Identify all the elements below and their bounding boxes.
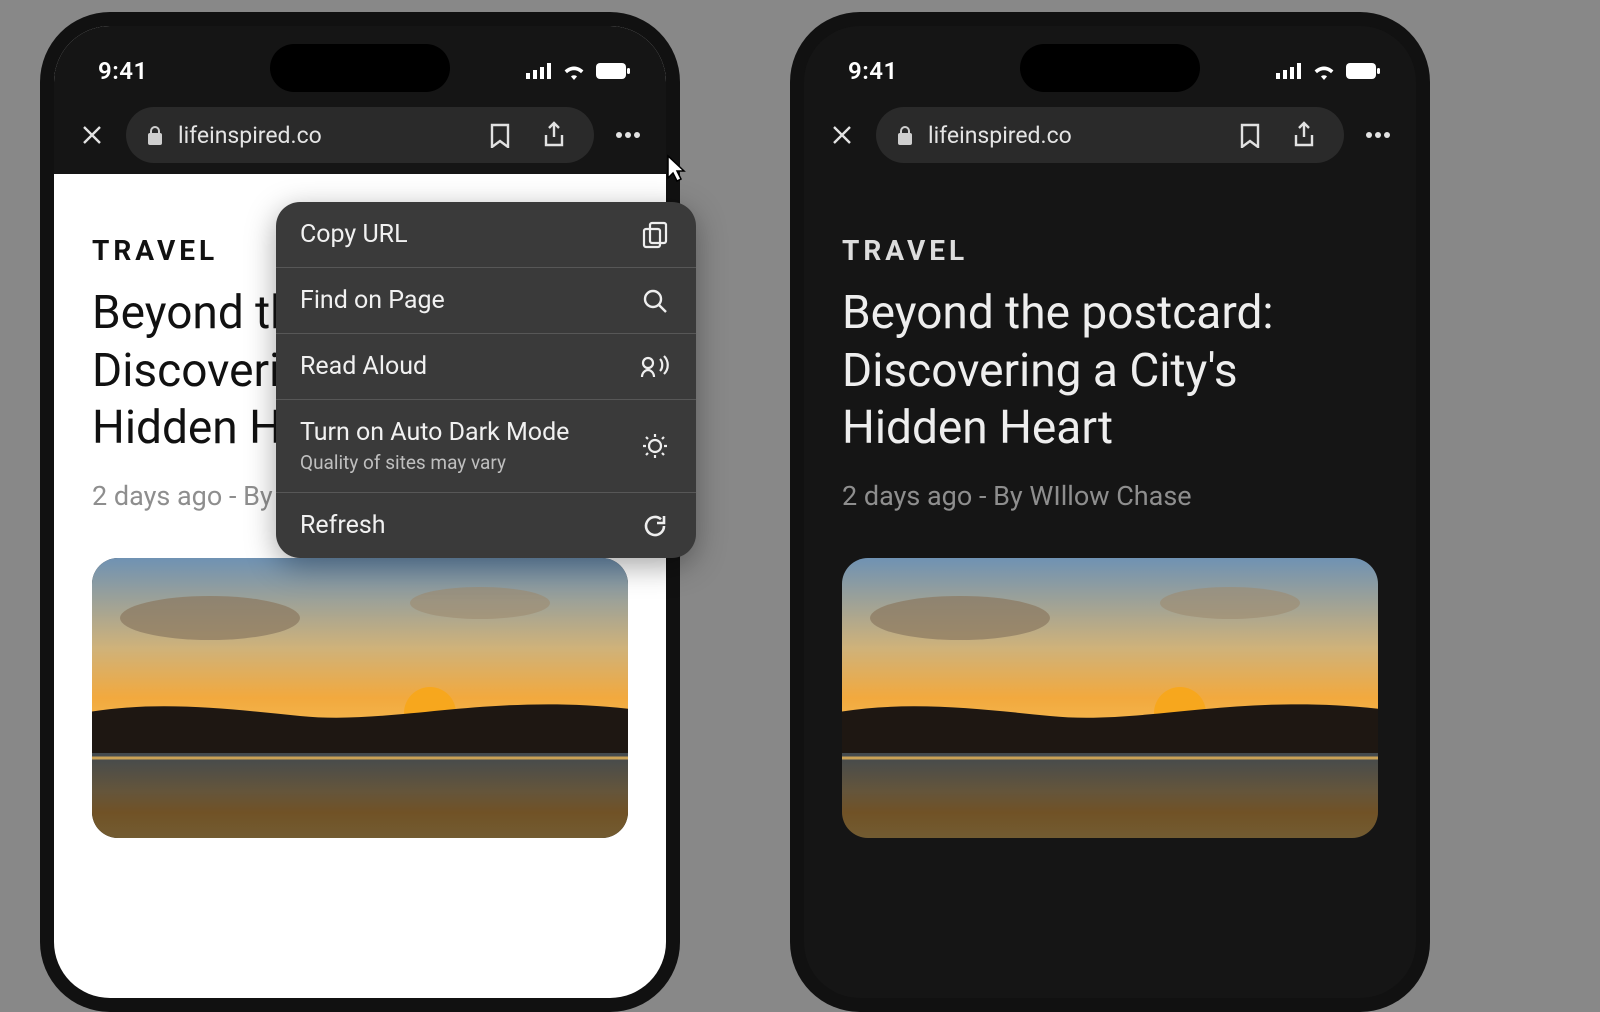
article-category: TRAVEL <box>842 234 1378 267</box>
search-icon <box>638 288 672 314</box>
brightness-icon <box>638 432 672 460</box>
menu-read-aloud[interactable]: Read Aloud <box>276 333 696 399</box>
hero-image <box>92 558 628 838</box>
menu-label: Copy URL <box>300 220 622 249</box>
bookmark-button[interactable] <box>480 115 520 155</box>
cellular-icon <box>1276 63 1302 79</box>
copy-icon <box>638 221 672 249</box>
close-button[interactable] <box>72 115 112 155</box>
browser-toolbar: lifeinspired.co <box>804 96 1416 174</box>
url-text: lifeinspired.co <box>178 122 466 149</box>
read-aloud-icon <box>638 355 672 379</box>
close-button[interactable] <box>822 115 862 155</box>
menu-refresh[interactable]: Refresh <box>276 492 696 558</box>
share-button[interactable] <box>534 115 574 155</box>
address-bar[interactable]: lifeinspired.co <box>876 107 1344 163</box>
url-text: lifeinspired.co <box>928 122 1216 149</box>
cursor-icon <box>666 154 686 182</box>
menu-label: Read Aloud <box>300 352 622 381</box>
battery-icon <box>1346 63 1380 79</box>
article-byline: 2 days ago - By WIllow Chase <box>842 480 1378 512</box>
dynamic-island <box>1020 44 1200 92</box>
status-icons <box>526 62 630 80</box>
menu-copy-url[interactable]: Copy URL <box>276 202 696 267</box>
menu-find-on-page[interactable]: Find on Page <box>276 267 696 333</box>
menu-sublabel: Quality of sites may vary <box>300 451 622 474</box>
battery-icon <box>596 63 630 79</box>
share-button[interactable] <box>1284 115 1324 155</box>
phone-light: 9:41 lifeinspired.co <box>40 12 680 1012</box>
article-headline: Beyond the postcard: Discovering a City'… <box>842 285 1378 458</box>
status-icons <box>1276 62 1380 80</box>
address-bar[interactable]: lifeinspired.co <box>126 107 594 163</box>
status-time: 9:41 <box>848 57 898 85</box>
wifi-icon <box>562 62 586 80</box>
browser-toolbar: lifeinspired.co <box>54 96 666 174</box>
bookmark-button[interactable] <box>1230 115 1270 155</box>
article-content: TRAVEL Beyond the postcard: Discovering … <box>804 174 1416 838</box>
menu-label: Turn on Auto Dark Mode <box>300 418 622 447</box>
more-button[interactable] <box>608 115 648 155</box>
cellular-icon <box>526 63 552 79</box>
lock-icon <box>146 125 164 145</box>
status-time: 9:41 <box>98 57 148 85</box>
screen-dark: 9:41 lifeinspired.co <box>804 26 1416 998</box>
phone-dark: 9:41 lifeinspired.co <box>790 12 1430 1012</box>
wifi-icon <box>1312 62 1336 80</box>
refresh-icon <box>638 513 672 539</box>
menu-label: Refresh <box>300 511 622 540</box>
context-menu: Copy URL Find on Page Read Aloud Turn on… <box>276 202 696 558</box>
more-button[interactable] <box>1358 115 1398 155</box>
lock-icon <box>896 125 914 145</box>
menu-label: Find on Page <box>300 286 622 315</box>
hero-image <box>842 558 1378 838</box>
dynamic-island <box>270 44 450 92</box>
menu-auto-dark-mode[interactable]: Turn on Auto Dark Mode Quality of sites … <box>276 399 696 492</box>
